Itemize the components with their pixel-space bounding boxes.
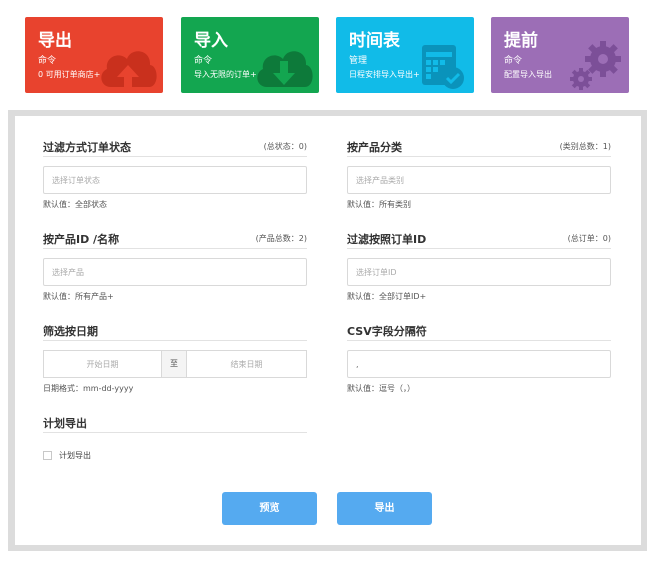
order-status-label: 过滤方式订单状态 [43,141,131,154]
export-tile-subtitle: 命令 [38,56,57,66]
product-header: 按产品ID /名称 (产品总数：2) [43,229,307,249]
advance-tile-description: 配置导入导出 [504,70,552,79]
export-tile-title: 导出 [38,31,72,51]
import-tile-subtitle: 命令 [194,56,213,66]
start-date-input[interactable] [43,350,162,378]
import-tile-description: 导入无限的订单+ [194,70,257,79]
product-hint: 默认值：所有产品+ [43,292,114,301]
csv-separator-hint: 默认值：逗号（，） [347,384,415,393]
order-id-count: (总订单：0) [567,234,611,243]
product-label: 按产品ID /名称 [43,233,120,246]
csv-separator-input[interactable] [347,350,611,378]
category-field: 按产品分类 (类别总数：1) 默认值：所有类别 [347,137,611,210]
advance-tile-subtitle: 命令 [504,56,523,66]
csv-separator-field: CSV字段分隔符 默认值：逗号（，） [347,321,611,394]
category-hint: 默认值：所有类别 [347,200,411,209]
cloud-download-icon [257,51,313,87]
import-tile[interactable]: 导入 命令 导入无限的订单+ [181,17,319,93]
schedule-tile-subtitle: 管理 [349,56,368,66]
schedule-export-checkbox[interactable] [43,450,52,460]
category-label: 按产品分类 [347,141,402,154]
schedule-export-option[interactable]: 计划导出 [43,449,91,461]
order-id-header: 过滤按照订单ID (总订单：0) [347,229,611,249]
product-count: (产品总数：2) [255,234,307,243]
preview-button[interactable]: 预览 [222,492,317,525]
category-select[interactable] [347,166,611,194]
export-button[interactable]: 导出 [337,492,432,525]
import-tile-title: 导入 [194,31,228,51]
order-id-hint: 默认值：全部订单ID+ [347,292,427,301]
date-filter-label: 筛选按日期 [43,325,98,338]
date-range-separator: 至 [162,350,186,378]
end-date-input[interactable] [186,350,307,378]
gears-icon [570,41,621,90]
action-tiles: 导出 命令 0 可用订单商店+ 导入 命令 导入无限的订单+ 时间表 管理 日程… [25,17,631,93]
cloud-upload-icon [101,51,157,89]
order-status-header: 过滤方式订单状态 (总状态：0) [43,137,307,157]
order-status-hint: 默认值：全部状态 [43,200,107,209]
date-filter-field: 筛选按日期 至 日期格式：mm-dd-yyyy [43,321,307,394]
schedule-export-label: 计划导出 [43,417,87,430]
export-tile-description: 0 可用订单商店+ [38,70,101,79]
advance-tile-title: 提前 [504,31,538,51]
advance-tile[interactable]: 提前 命令 配置导入导出 [491,17,629,93]
product-select[interactable] [43,258,307,286]
date-range: 至 [43,350,307,378]
order-status-count: (总状态：0) [263,142,307,151]
schedule-tile[interactable]: 时间表 管理 日程安排导入导出+ [336,17,474,93]
date-format-hint: 日期格式：mm-dd-yyyy [43,384,134,393]
csv-separator-header: CSV字段分隔符 [347,321,611,341]
order-status-field: 过滤方式订单状态 (总状态：0) 默认值：全部状态 [43,137,307,210]
schedule-export-checkbox-label: 计划导出 [59,450,91,460]
order-status-select[interactable] [43,166,307,194]
schedule-tile-title: 时间表 [349,31,400,51]
order-id-select[interactable] [347,258,611,286]
category-header: 按产品分类 (类别总数：1) [347,137,611,157]
date-filter-header: 筛选按日期 [43,321,307,341]
category-count: (类别总数：1) [559,142,611,151]
product-field: 按产品ID /名称 (产品总数：2) 默认值：所有产品+ [43,229,307,302]
calendar-check-icon [422,45,464,89]
order-id-label: 过滤按照订单ID [347,233,427,246]
order-id-field: 过滤按照订单ID (总订单：0) 默认值：全部订单ID+ [347,229,611,302]
schedule-export-header: 计划导出 [43,413,307,433]
export-tile[interactable]: 导出 命令 0 可用订单商店+ [25,17,163,93]
schedule-export-field: 计划导出 [43,413,307,433]
csv-separator-label: CSV字段分隔符 [347,325,427,338]
